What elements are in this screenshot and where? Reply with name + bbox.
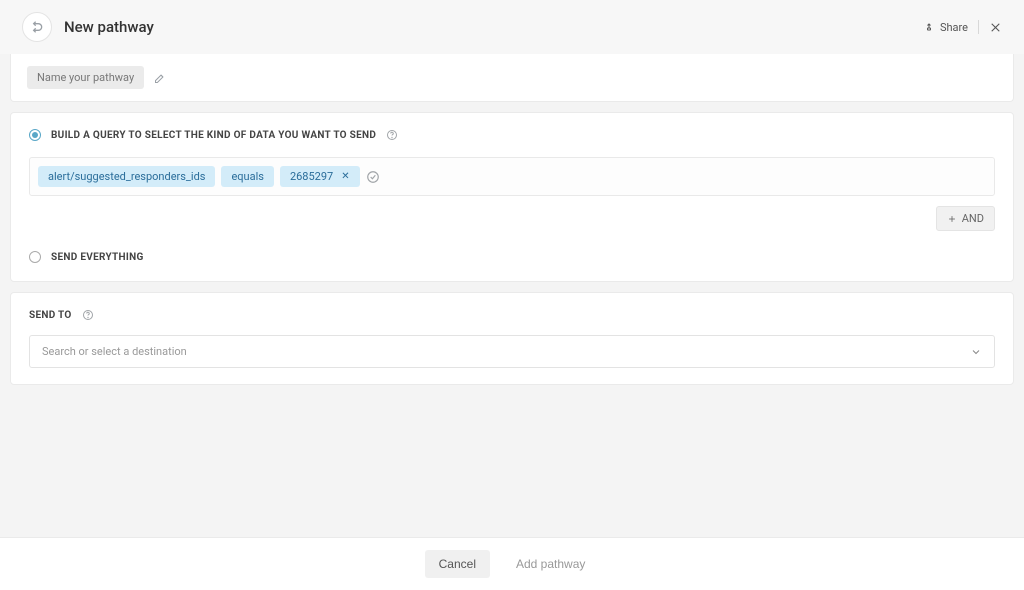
chip-field[interactable]: alert/suggested_responders_ids [38,166,215,187]
header: New pathway Share [0,0,1024,54]
send-to-heading: SEND TO [29,310,72,321]
page-title: New pathway [64,18,154,36]
check-icon [366,170,380,184]
destination-placeholder: Search or select a destination [42,345,187,358]
send-to-section: SEND TO Search or select a destination [11,293,1013,384]
chip-field-label: alert/suggested_responders_ids [48,170,205,183]
chip-value-label: 2685297 [290,170,333,183]
chip-value[interactable]: 2685297 ✕ [280,166,360,187]
chip-operator-label: equals [231,170,263,183]
footer: Cancel Add pathway [0,537,1024,590]
chip-remove-icon[interactable]: ✕ [341,171,349,182]
divider [978,20,979,34]
build-query-heading-row: BUILD A QUERY TO SELECT THE KIND OF DATA… [29,129,995,141]
add-pathway-button[interactable]: Add pathway [502,550,599,578]
cancel-button[interactable]: Cancel [425,550,490,578]
query-card: BUILD A QUERY TO SELECT THE KIND OF DATA… [10,112,1014,282]
help-icon[interactable] [386,129,398,141]
edit-icon[interactable] [154,72,166,84]
and-button[interactable]: AND [936,206,995,231]
plus-icon [947,214,957,224]
chevron-down-icon [970,346,982,358]
send-to-heading-row: SEND TO [29,309,995,321]
send-everything-row: SEND EVERYTHING [29,251,995,263]
send-everything-label: SEND EVERYTHING [51,252,144,263]
chip-operator[interactable]: equals [221,166,273,187]
and-label: AND [962,212,984,225]
share-label: Share [940,21,968,34]
query-builder-box: alert/suggested_responders_ids equals 26… [29,157,995,196]
name-row: Name your pathway [10,54,1014,102]
send-everything-section: SEND EVERYTHING [11,247,1013,281]
header-left: New pathway [22,12,154,42]
pathway-icon [22,12,52,42]
content: Name your pathway BUILD A QUERY TO SELEC… [0,54,1024,537]
header-right: Share [923,20,1002,34]
build-query-radio[interactable] [29,129,41,141]
build-query-section: BUILD A QUERY TO SELECT THE KIND OF DATA… [11,113,1013,247]
share-button[interactable]: Share [923,21,968,34]
and-row: AND [29,206,995,231]
share-icon [923,21,935,33]
name-input[interactable]: Name your pathway [27,66,144,89]
help-icon[interactable] [82,309,94,321]
destination-select[interactable]: Search or select a destination [29,335,995,368]
close-button[interactable] [989,21,1002,34]
build-query-heading: BUILD A QUERY TO SELECT THE KIND OF DATA… [51,130,376,141]
send-to-card: SEND TO Search or select a destination [10,292,1014,385]
send-everything-radio[interactable] [29,251,41,263]
